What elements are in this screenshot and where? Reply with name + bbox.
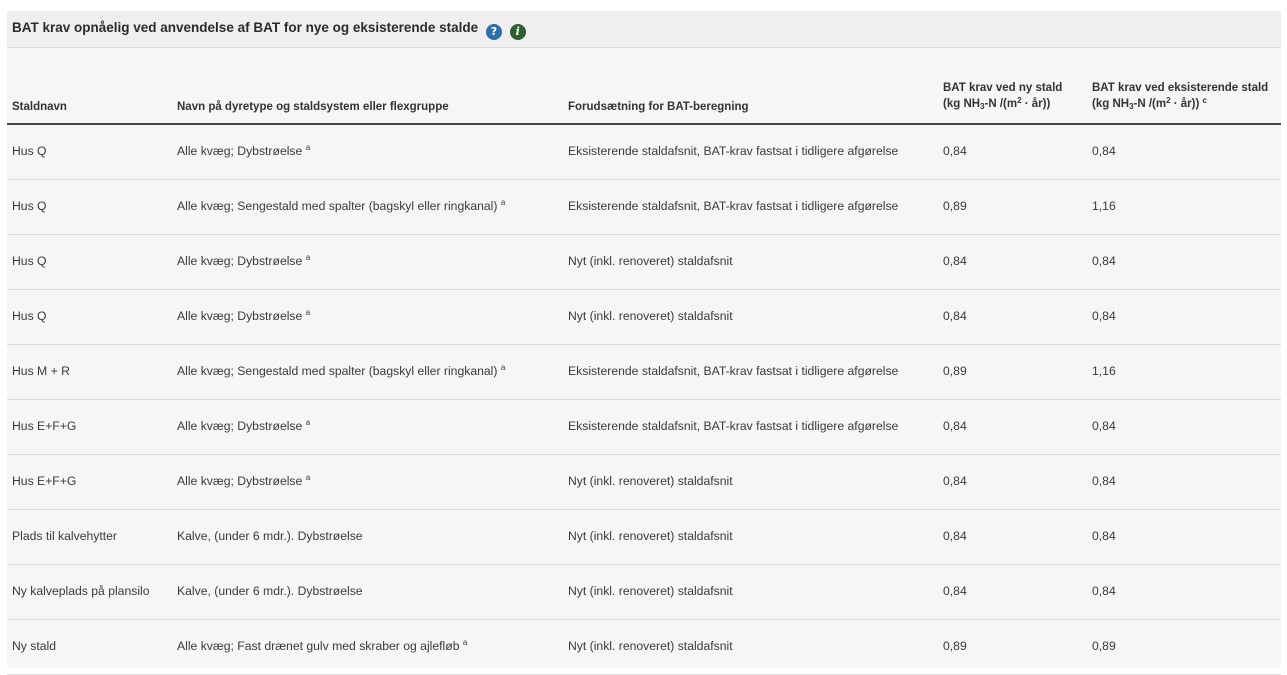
cell-dyretype: Alle kvæg; Sengestald med spalter (bagsk…: [177, 363, 506, 379]
cell-forudsaetning: Nyt (inkl. renoveret) staldafsnit: [568, 639, 733, 653]
cell-dyretype: Alle kvæg; Sengestald med spalter (bagsk…: [177, 198, 506, 214]
cell-bat-eksisterende: 0,89: [1092, 639, 1116, 653]
table-row: Hus Q Alle kvæg; Dybstrøelse a Nyt (inkl. …: [7, 234, 1281, 290]
cell-bat-ny: 0,89: [943, 639, 967, 653]
cell-staldnavn: Hus M + R: [12, 364, 70, 378]
table-row: Hus Q Alle kvæg; Sengestald med spalter (…: [7, 179, 1281, 235]
header-forudsaetning[interactable]: Forudsætning for BAT-beregning: [568, 99, 749, 115]
panel-title: BAT krav opnåelig ved anvendelse af BAT …: [12, 20, 526, 40]
footnote-a: a: [500, 198, 506, 207]
cell-bat-ny: 0,84: [943, 254, 967, 268]
help-icon[interactable]: ?: [485, 24, 502, 40]
cell-dyretype: Alle kvæg; Dybstrøelse a: [177, 143, 311, 159]
cell-bat-ny: 0,84: [943, 474, 967, 488]
header-bat-ny-line2: (kg NH3-N /(m2 · år)): [943, 96, 1051, 111]
cell-dyretype: Alle kvæg; Fast drænet gulv med skraber …: [177, 638, 468, 654]
cell-dyretype: Alle kvæg; Dybstrøelse a: [177, 473, 311, 489]
cell-bat-eksisterende: 0,84: [1092, 529, 1116, 543]
cell-bat-ny: 0,84: [943, 584, 967, 598]
cell-dyretype: Alle kvæg; Dybstrøelse a: [177, 253, 311, 269]
cell-staldnavn: Hus Q: [12, 144, 47, 158]
header-bat-ny[interactable]: BAT krav ved ny stald (kg NH3-N /(m2 · å…: [943, 80, 1062, 112]
footnote-a: a: [462, 638, 468, 647]
cell-bat-eksisterende: 0,84: [1092, 144, 1116, 158]
footnote-a: a: [305, 143, 311, 152]
cell-staldnavn: Plads til kalvehytter: [12, 529, 117, 543]
cell-staldnavn: Hus E+F+G: [12, 419, 77, 433]
cell-dyretype: Alle kvæg; Dybstrøelse a: [177, 418, 311, 434]
footnote-c: c: [1202, 96, 1207, 105]
table-row: Ny stald Alle kvæg; Fast drænet gulv med …: [7, 619, 1281, 675]
cell-staldnavn: Hus Q: [12, 309, 47, 323]
cell-dyretype: Kalve, (under 6 mdr.). Dybstrøelse: [177, 529, 363, 543]
header-bat-eks-line2: (kg NH3-N /(m2 · år)) c: [1092, 96, 1207, 111]
cell-bat-ny: 0,89: [943, 199, 967, 213]
cell-bat-ny: 0,84: [943, 309, 967, 323]
panel-title-text: BAT krav opnåelig ved anvendelse af BAT …: [12, 20, 479, 35]
table-row: Hus Q Alle kvæg; Dybstrøelse a Eksisterend…: [7, 124, 1281, 180]
table-row: Plads til kalvehytter Kalve, (under 6 mdr…: [7, 509, 1281, 565]
cell-bat-eksisterende: 0,84: [1092, 474, 1116, 488]
footnote-a: a: [500, 363, 506, 372]
bat-panel: BAT krav opnåelig ved anvendelse af BAT …: [7, 11, 1281, 675]
cell-forudsaetning: Eksisterende staldafsnit, BAT-krav fasts…: [568, 419, 899, 433]
footnote-a: a: [305, 308, 311, 317]
cell-forudsaetning: Nyt (inkl. renoveret) staldafsnit: [568, 474, 733, 488]
header-bat-eksisterende[interactable]: BAT krav ved eksisterende stald (kg NH3-…: [1092, 80, 1268, 112]
header-staldnavn[interactable]: Staldnavn: [12, 99, 67, 115]
cell-bat-eksisterende: 0,84: [1092, 309, 1116, 323]
cell-forudsaetning: Eksisterende staldafsnit, BAT-krav fasts…: [568, 199, 899, 213]
cell-bat-eksisterende: 0,84: [1092, 254, 1116, 268]
cell-staldnavn: Ny kalveplads på plansilo: [12, 584, 150, 598]
cell-bat-eksisterende: 0,84: [1092, 584, 1116, 598]
table-header: Staldnavn Navn på dyretype og staldsyste…: [7, 48, 1281, 125]
cell-staldnavn: Hus Q: [12, 199, 47, 213]
cell-forudsaetning: Nyt (inkl. renoveret) staldafsnit: [568, 309, 733, 323]
cell-bat-eksisterende: 1,16: [1092, 364, 1116, 378]
cell-bat-eksisterende: 1,16: [1092, 199, 1116, 213]
cell-bat-ny: 0,84: [943, 144, 967, 158]
cell-forudsaetning: Eksisterende staldafsnit, BAT-krav fasts…: [568, 364, 899, 378]
cell-bat-ny: 0,84: [943, 419, 967, 433]
cell-forudsaetning: Eksisterende staldafsnit, BAT-krav fasts…: [568, 144, 899, 158]
table-row: Hus E+F+G Alle kvæg; Dybstrøelse a Nyt (in…: [7, 454, 1281, 510]
cell-dyretype: Kalve, (under 6 mdr.). Dybstrøelse: [177, 584, 363, 598]
table-row: Hus Q Alle kvæg; Dybstrøelse a Nyt (inkl. …: [7, 289, 1281, 345]
cell-staldnavn: Ny stald: [12, 639, 57, 653]
footnote-a: a: [305, 418, 311, 427]
header-bat-eks-line1: BAT krav ved eksisterende stald: [1092, 82, 1269, 94]
info-icon[interactable]: i: [509, 24, 526, 40]
table-row: Hus M + R Alle kvæg; Sengestald med spalt…: [7, 344, 1281, 400]
panel-header: BAT krav opnåelig ved anvendelse af BAT …: [7, 11, 1281, 48]
cell-forudsaetning: Nyt (inkl. renoveret) staldafsnit: [568, 584, 733, 598]
header-dyretype[interactable]: Navn på dyretype og staldsystem eller fl…: [177, 99, 449, 115]
cell-bat-ny: 0,84: [943, 529, 967, 543]
cell-staldnavn: Hus Q: [12, 254, 47, 268]
cell-forudsaetning: Nyt (inkl. renoveret) staldafsnit: [568, 254, 733, 268]
footnote-a: a: [305, 473, 311, 482]
cell-staldnavn: Hus E+F+G: [12, 474, 77, 488]
cell-bat-ny: 0,89: [943, 364, 967, 378]
cell-bat-eksisterende: 0,84: [1092, 419, 1116, 433]
table-row: Hus E+F+G Alle kvæg; Dybstrøelse a Eksiste…: [7, 399, 1281, 455]
cell-dyretype: Alle kvæg; Dybstrøelse a: [177, 308, 311, 324]
cell-forudsaetning: Nyt (inkl. renoveret) staldafsnit: [568, 529, 733, 543]
footnote-a: a: [305, 253, 311, 262]
header-bat-ny-line1: BAT krav ved ny stald: [943, 82, 1063, 94]
table-row: Ny kalveplads på plansilo Kalve, (under 6…: [7, 564, 1281, 620]
